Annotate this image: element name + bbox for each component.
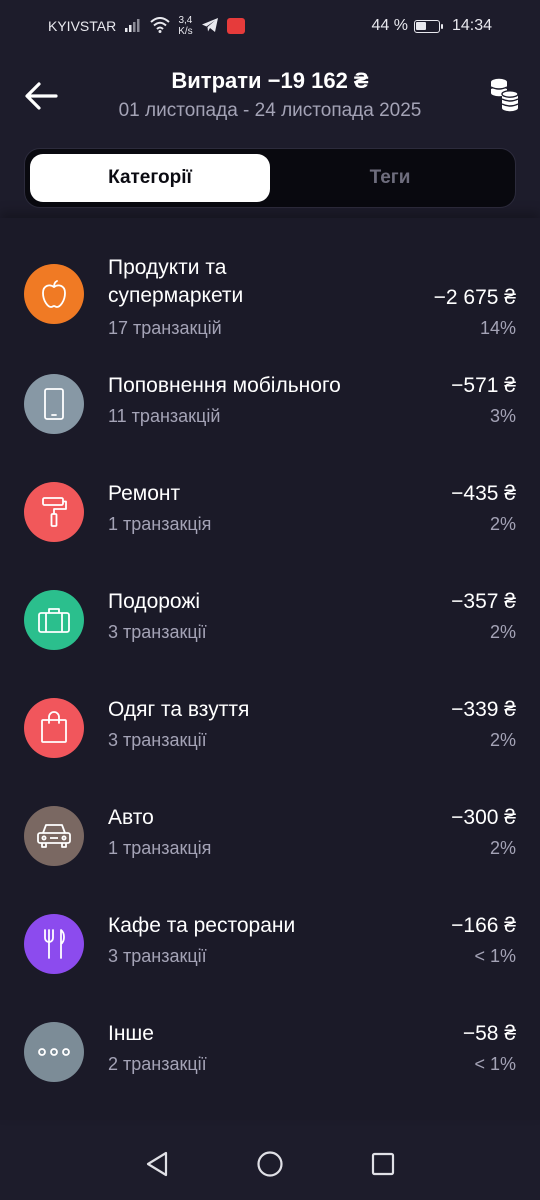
- category-amount: −58 ₴: [462, 1022, 516, 1045]
- transaction-count: 3 транзакції: [108, 622, 207, 642]
- nav-back-button[interactable]: [137, 1144, 177, 1184]
- category-amount: −2 675 ₴: [433, 286, 516, 309]
- system-nav-bar: [0, 1128, 540, 1200]
- transaction-count: 2 транзакції: [108, 1054, 207, 1074]
- coins-button[interactable]: [484, 74, 524, 114]
- category-name-line-1: Продукти та: [108, 256, 227, 279]
- category-percent: 2%: [489, 838, 516, 858]
- segmented-tabs: Категорії Теги: [24, 148, 516, 208]
- transaction-count: 11 транзакцій: [108, 406, 221, 426]
- square-recents-icon: [372, 1152, 395, 1176]
- nav-recents-button[interactable]: [363, 1144, 403, 1184]
- tab-tags[interactable]: Теги: [270, 154, 510, 202]
- telegram-icon: [201, 17, 219, 36]
- status-bar: KYIVSTAR 3,4 K/s 44 % 14:34: [0, 0, 540, 52]
- signal-icon: [124, 17, 142, 36]
- category-name-line-2: супермаркети: [108, 284, 244, 307]
- battery-percent: 44 %: [371, 17, 408, 34]
- network-speed-unit: K/s: [178, 26, 193, 37]
- car-icon: [24, 806, 84, 866]
- triangle-back-icon: [146, 1151, 167, 1177]
- category-percent: 2%: [489, 514, 516, 534]
- fork-knife-icon: [24, 914, 84, 974]
- category-name: Інше: [108, 1022, 154, 1045]
- transaction-count: 1 транзакція: [108, 514, 212, 534]
- category-row-mobile-topup[interactable]: Поповнення мобільного 11 транзакцій −571…: [0, 360, 540, 450]
- category-row-travel[interactable]: Подорожі 3 транзакції −357 ₴ 2%: [0, 576, 540, 666]
- category-name: Поповнення мобільного: [108, 374, 341, 397]
- battery-level-fill: [416, 22, 426, 30]
- category-percent: 2%: [489, 622, 516, 642]
- category-row-auto[interactable]: Авто 1 транзакція −300 ₴ 2%: [0, 792, 540, 882]
- nav-home-button[interactable]: [250, 1144, 290, 1184]
- battery-icon: [413, 19, 443, 33]
- category-name: Кафе та ресторани: [108, 914, 296, 937]
- apple-icon: [24, 264, 84, 324]
- category-name: Продукти та супермаркети: [108, 254, 243, 310]
- network-speed-value: 3,4: [178, 15, 193, 26]
- category-row-groceries[interactable]: Продукти та супермаркети 17 транзакцій −…: [0, 246, 540, 350]
- category-name: Подорожі: [108, 590, 201, 613]
- circle-home-icon: [257, 1151, 283, 1177]
- category-percent: 2%: [489, 730, 516, 750]
- category-percent: < 1%: [474, 946, 516, 966]
- category-percent: 14%: [479, 318, 516, 338]
- transaction-count: 3 транзакції: [108, 946, 207, 966]
- clock: 14:34: [451, 17, 492, 34]
- category-row-clothing[interactable]: Одяг та взуття 3 транзакції −339 ₴ 2%: [0, 684, 540, 774]
- wifi-icon: [150, 16, 170, 36]
- carrier-name: KYIVSTAR: [48, 18, 117, 34]
- paint-roller-icon: [24, 482, 84, 542]
- category-row-repair[interactable]: Ремонт 1 транзакція −435 ₴ 2%: [0, 468, 540, 558]
- category-percent: 3%: [489, 406, 516, 426]
- app-header: Витрати −19 162 ₴ 01 листопада - 24 лист…: [0, 60, 540, 140]
- app-notification-icon: [226, 18, 245, 34]
- category-list: Продукти та супермаркети 17 транзакцій −…: [0, 218, 540, 1120]
- network-speed: 3,4 K/s: [178, 15, 192, 37]
- category-name: Одяг та взуття: [108, 698, 250, 721]
- category-amount: −357 ₴: [451, 590, 516, 613]
- category-name: Авто: [108, 806, 154, 829]
- page-title: Витрати −19 162 ₴: [171, 68, 369, 93]
- tab-categories[interactable]: Категорії: [30, 154, 270, 202]
- category-row-other[interactable]: Інше 2 транзакції −58 ₴ < 1%: [0, 1008, 540, 1098]
- category-amount: −166 ₴: [451, 914, 516, 937]
- transaction-count: 1 транзакція: [108, 838, 212, 858]
- category-name: Ремонт: [108, 482, 181, 505]
- date-period: 01 листопада - 24 листопада 2025: [118, 100, 422, 121]
- category-amount: −339 ₴: [451, 698, 516, 721]
- category-amount: −435 ₴: [451, 482, 516, 505]
- shopping-bag-icon: [24, 698, 84, 758]
- more-dots-icon: [24, 1022, 84, 1082]
- suitcase-icon: [24, 590, 84, 650]
- category-row-cafe[interactable]: Кафе та ресторани 3 транзакції −166 ₴ < …: [0, 900, 540, 990]
- phone-icon: [24, 374, 84, 434]
- coins-stack-icon: [490, 78, 519, 112]
- transaction-count: 17 транзакцій: [108, 318, 222, 338]
- category-percent: < 1%: [474, 1054, 516, 1074]
- category-amount: −571 ₴: [451, 374, 516, 397]
- category-amount: −300 ₴: [451, 806, 516, 829]
- transaction-count: 3 транзакції: [108, 730, 207, 750]
